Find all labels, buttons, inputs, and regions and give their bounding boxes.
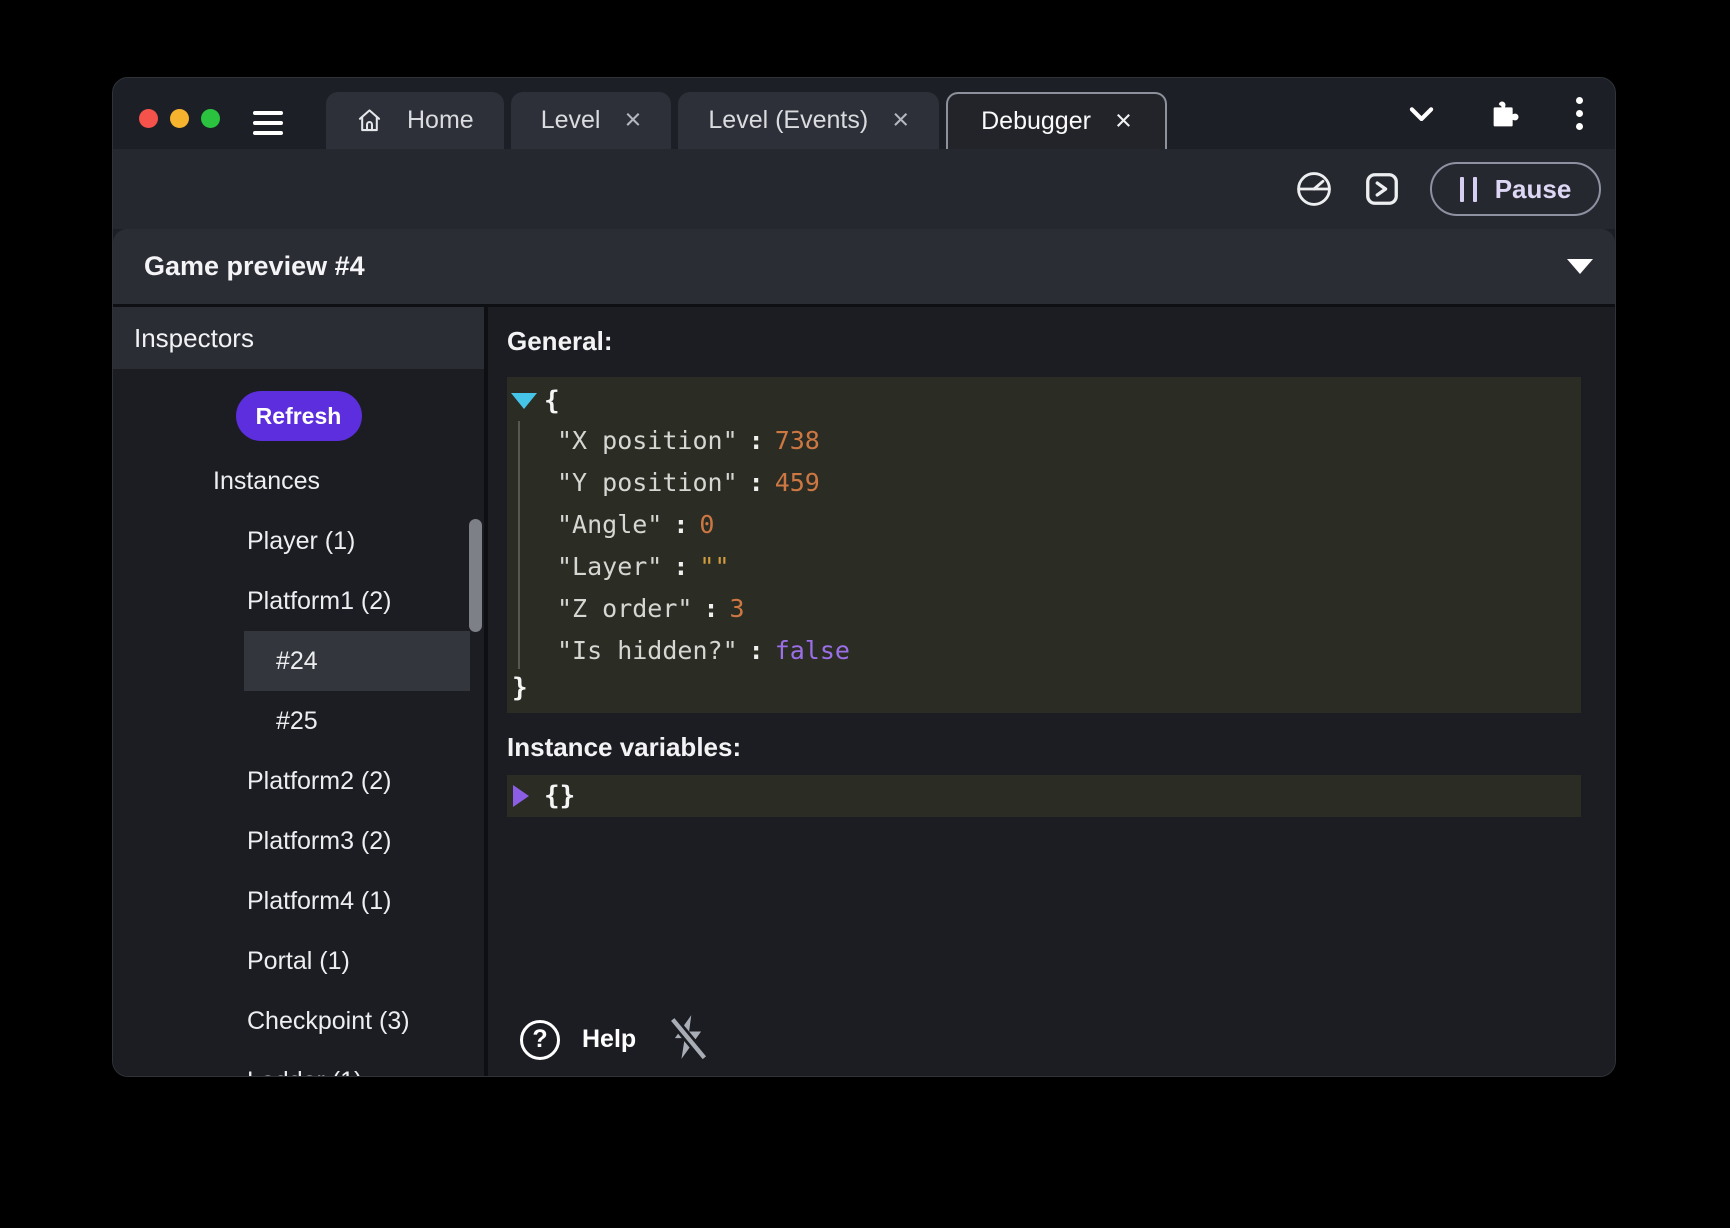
- help-question-icon[interactable]: ?: [520, 1020, 560, 1060]
- extensions-puzzle-icon[interactable]: [1488, 98, 1520, 130]
- expand-triangle-icon[interactable]: [511, 393, 537, 409]
- inspector-panel: General: { "X position":738 "Y position"…: [488, 307, 1615, 1076]
- instances-tree: Instances Player (1) Platform1 (2) #24 #…: [113, 451, 484, 1076]
- property-value: "": [699, 552, 729, 581]
- json-open-row: {: [507, 383, 1581, 419]
- tab-home[interactable]: Home: [326, 92, 504, 149]
- pause-button[interactable]: Pause: [1430, 162, 1601, 216]
- game-preview-header[interactable]: Game preview #4: [113, 229, 1615, 304]
- instance-variables-value: {}: [544, 781, 575, 811]
- game-preview-title: Game preview #4: [144, 251, 365, 282]
- property-value: 738: [775, 426, 820, 455]
- property-key: "Layer": [557, 552, 662, 581]
- refresh-button[interactable]: Refresh: [236, 391, 362, 441]
- tree-root-instances[interactable]: Instances: [113, 451, 484, 511]
- property-value: false: [775, 636, 850, 665]
- json-property-row: "Y position":459: [507, 461, 1581, 503]
- help-glyph: ?: [532, 1025, 547, 1054]
- debugger-content: Inspectors Refresh Instances Player (1) …: [113, 304, 1615, 1076]
- json-property-row: "X position":738: [507, 419, 1581, 461]
- property-value: 459: [775, 468, 820, 497]
- json-close-row: }: [507, 671, 1581, 705]
- desktop-background: Home Level × Level (Events) × Debugger ×: [0, 0, 1730, 1228]
- property-key: "Angle": [557, 510, 662, 539]
- general-section-label: General:: [507, 321, 1581, 361]
- help-row: ? Help: [520, 1013, 708, 1066]
- close-icon[interactable]: ×: [624, 106, 641, 135]
- menu-icon[interactable]: [253, 111, 283, 135]
- app-window: Home Level × Level (Events) × Debugger ×: [112, 77, 1616, 1077]
- colon: :: [749, 468, 764, 497]
- json-property-row: "Layer": "": [507, 545, 1581, 587]
- tree-item[interactable]: Platform2 (2): [113, 751, 484, 811]
- property-key: "Y position": [557, 468, 738, 497]
- colon: :: [749, 636, 764, 665]
- property-key: "Z order": [557, 594, 692, 623]
- json-property-row: "Z order":3: [507, 587, 1581, 629]
- colon: :: [749, 426, 764, 455]
- flash-off-icon[interactable]: [668, 1013, 708, 1066]
- tree-item[interactable]: Checkpoint (3): [113, 991, 484, 1051]
- inspectors-header: Inspectors: [113, 307, 484, 369]
- sidebar-scrollbar-thumb[interactable]: [469, 519, 482, 632]
- tree-item[interactable]: Platform3 (2): [113, 811, 484, 871]
- window-controls: [139, 109, 220, 128]
- close-window-button[interactable]: [139, 109, 158, 128]
- collapsed-triangle-icon[interactable]: [513, 785, 529, 807]
- tree-item[interactable]: Ladder (1): [113, 1051, 484, 1076]
- minimize-window-button[interactable]: [170, 109, 189, 128]
- close-icon[interactable]: ×: [892, 106, 909, 135]
- general-json-view: { "X position":738 "Y position":459 "Ang…: [507, 377, 1581, 713]
- profiler-gauge-icon[interactable]: [1294, 169, 1334, 209]
- zoom-window-button[interactable]: [201, 109, 220, 128]
- tab-debugger[interactable]: Debugger ×: [946, 92, 1167, 149]
- indent-guide: [518, 421, 520, 669]
- json-property-row: "Angle":0: [507, 503, 1581, 545]
- colon: :: [673, 552, 688, 581]
- titlebar-actions: [1405, 78, 1589, 149]
- property-value: 3: [730, 594, 745, 623]
- tab-label: Level (Events): [708, 106, 868, 135]
- tab-label: Debugger: [981, 107, 1091, 136]
- more-options-icon[interactable]: [1570, 97, 1589, 130]
- pause-button-label: Pause: [1495, 174, 1572, 205]
- close-icon[interactable]: ×: [1115, 107, 1132, 136]
- tree-item[interactable]: #25: [113, 691, 484, 751]
- instance-variables-label: Instance variables:: [507, 727, 1581, 767]
- help-button[interactable]: Help: [582, 1025, 636, 1054]
- console-icon[interactable]: [1362, 169, 1402, 209]
- tab-level[interactable]: Level ×: [511, 92, 672, 149]
- instance-variables-view: {}: [507, 775, 1581, 817]
- tab-level-events[interactable]: Level (Events) ×: [678, 92, 939, 149]
- json-entries: "X position":738 "Y position":459 "Angle…: [507, 419, 1581, 671]
- tree-item[interactable]: Platform4 (1): [113, 871, 484, 931]
- close-brace: }: [512, 673, 528, 703]
- chevron-down-icon[interactable]: [1405, 97, 1438, 130]
- property-key: "Is hidden?": [557, 636, 738, 665]
- colon: :: [703, 594, 718, 623]
- home-icon: [356, 107, 383, 134]
- tree-item[interactable]: Portal (1): [113, 931, 484, 991]
- tree-item[interactable]: Platform1 (2): [113, 571, 484, 631]
- tree-item-selected[interactable]: #24: [244, 631, 470, 691]
- colon: :: [673, 510, 688, 539]
- property-value: 0: [699, 510, 714, 539]
- inspectors-body: Refresh Instances Player (1) Platform1 (…: [113, 369, 484, 1076]
- pause-icon: [1460, 177, 1477, 202]
- tab-label: Level: [541, 106, 601, 135]
- open-brace: {: [544, 386, 560, 416]
- tab-bar: Home Level × Level (Events) × Debugger ×: [326, 92, 1167, 149]
- json-property-row: "Is hidden?": false: [507, 629, 1581, 671]
- property-key: "X position": [557, 426, 738, 455]
- inspectors-sidebar: Inspectors Refresh Instances Player (1) …: [113, 307, 488, 1076]
- collapse-caret-icon[interactable]: [1567, 259, 1593, 274]
- tree-item[interactable]: Player (1): [113, 511, 484, 571]
- debugger-toolbar: Pause: [113, 149, 1615, 229]
- titlebar: Home Level × Level (Events) × Debugger ×: [113, 78, 1615, 149]
- tab-label: Home: [407, 106, 474, 135]
